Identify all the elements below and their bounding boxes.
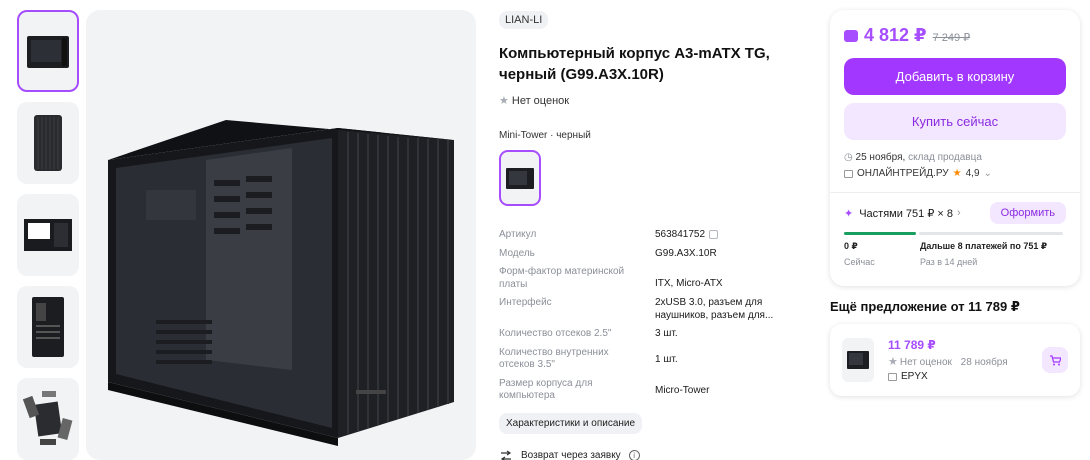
payment-schedule: 0 ₽ Сейчас Дальше 8 платежей по 751 ₽ Ра…	[844, 241, 1066, 267]
case-exploded-icon	[22, 391, 73, 445]
chevron-right-icon: ›	[957, 207, 961, 219]
offer-cart-button[interactable]	[1042, 347, 1068, 373]
spec-key: Количество внутренних отсеков 3.5"	[499, 346, 609, 371]
product-info: LIAN-LI Компьютерный корпус A3-mATX TG, …	[499, 10, 809, 460]
pay-now-label: Сейчас	[844, 257, 875, 267]
pay-now-value: 0 ₽	[844, 241, 858, 251]
old-price: 7 249 ₽	[932, 32, 971, 44]
specs-table: Артикул 563841752 Модель G99.A3X.10R Фор…	[499, 229, 809, 403]
installments-button[interactable]: Оформить	[989, 202, 1066, 224]
add-to-cart-button[interactable]: Добавить в корзину	[844, 58, 1066, 95]
article-number: 563841752	[655, 229, 706, 240]
offer-meta: ★ Нет оценок 28 ноября	[888, 355, 1042, 368]
spec-value: 563841752	[655, 229, 809, 242]
spec-key: Количество отсеков 2.5"	[499, 328, 612, 339]
another-offer-heading: Ещё предложение от 11 789 ₽	[830, 299, 1020, 314]
info-icon[interactable]: i	[628, 450, 640, 460]
offer-image	[842, 338, 874, 382]
star-icon: ★	[888, 356, 898, 368]
thumbnail-list	[17, 10, 79, 460]
return-arrows-icon	[500, 450, 512, 460]
thumbnail-5[interactable]	[17, 378, 79, 460]
case-open-icon	[24, 219, 72, 251]
spec-value: G99.A3X.10R	[655, 247, 717, 259]
current-price: 4 812 ₽	[864, 25, 927, 45]
characteristics-button[interactable]: Характеристики и описание	[499, 412, 643, 434]
pc-case-illustration	[108, 120, 454, 446]
installments-icon: ✦	[844, 207, 854, 220]
spec-key: Интерфейс	[499, 297, 552, 308]
case-front-icon	[27, 36, 69, 68]
spec-value: ITX, Micro-ATX	[655, 278, 723, 289]
star-icon: ★	[952, 168, 962, 179]
payment-progress	[844, 232, 1066, 235]
return-policy[interactable]: Возврат через заявку i	[499, 450, 809, 460]
spec-value: Micro-Tower	[655, 384, 710, 396]
spec-row: Артикул 563841752	[499, 229, 809, 242]
wallet-icon	[844, 30, 858, 42]
spec-row: Интерфейс 2xUSB 3.0, разъем для наушнико…	[499, 297, 809, 322]
offer-price: 11 789 ₽	[888, 338, 936, 352]
clock-icon: ◷	[844, 152, 853, 163]
installments-row: ✦ Частями 751 ₽ × 8 › Оформить	[844, 202, 1066, 224]
spec-key: Форм-фактор материнской платы	[499, 266, 625, 290]
progress-seg-later	[919, 232, 1063, 235]
price-row: 4 812 ₽ 7 249 ₽	[844, 25, 1066, 46]
case-rear-icon	[32, 297, 64, 357]
spec-value: 2xUSB 3.0, разъем для наушников, разъем …	[655, 297, 774, 321]
case-mini-icon	[847, 351, 869, 369]
offer-info: 11 789 ₽ ★ Нет оценок 28 ноября EPYX	[888, 338, 1042, 382]
spec-key: Артикул	[499, 229, 537, 240]
seller-link[interactable]: ОНЛАЙНТРЕЙД.РУ ★ 4,9 ⌄	[844, 168, 1066, 179]
progress-seg-now	[844, 232, 916, 235]
installments-text[interactable]: Частями 751 ₽ × 8	[859, 207, 953, 220]
offer-rating: Нет оценок	[899, 357, 952, 368]
main-product-image[interactable]	[86, 10, 476, 460]
thumbnail-4[interactable]	[17, 286, 79, 368]
offer-seller-name: EPYX	[901, 371, 928, 382]
delivery-source: склад продавца	[908, 152, 982, 163]
offer-seller: EPYX	[888, 371, 1042, 382]
seller-name: ОНЛАЙНТРЕЙД.РУ	[857, 168, 949, 179]
brand-link[interactable]: LIAN-LI	[499, 11, 549, 29]
shop-icon	[888, 372, 897, 381]
spec-row: Форм-фактор материнской платы ITX, Micro…	[499, 266, 809, 291]
copy-icon[interactable]	[709, 229, 719, 239]
spec-row: Количество отсеков 2.5" 3 шт.	[499, 328, 809, 341]
spec-key: Модель	[499, 247, 535, 259]
offer-date: 28 ноября	[960, 357, 1008, 368]
buy-card: 4 812 ₽ 7 249 ₽ Добавить в корзину Купит…	[830, 10, 1080, 286]
rating-text: Нет оценок	[511, 94, 570, 107]
spec-value: 1 шт.	[655, 353, 678, 365]
spec-key: Размер корпуса для компьютера	[499, 377, 593, 402]
star-icon: ★	[499, 95, 509, 107]
pay-later-label: Раз в 14 дней	[920, 257, 978, 267]
delivery-date: 25 ноября,	[855, 152, 906, 163]
thumbnail-1[interactable]	[17, 10, 79, 92]
thumbnail-2[interactable]	[17, 102, 79, 184]
seller-rating: 4,9	[965, 168, 980, 179]
product-title: Компьютерный корпус A3-mATX TG, черный (…	[499, 45, 770, 83]
chevron-down-icon: ⌄	[983, 168, 992, 179]
case-variant-icon	[506, 168, 534, 189]
rating[interactable]: ★ Нет оценок	[499, 94, 809, 108]
another-offer-card[interactable]: 11 789 ₽ ★ Нет оценок 28 ноября EPYX	[830, 324, 1080, 396]
pay-later-value: Дальше 8 платежей по 751 ₽	[920, 241, 1048, 251]
variant-label: Mini-Tower · черный	[499, 130, 591, 141]
divider	[830, 192, 1080, 193]
spec-row: Размер корпуса для компьютера Micro-Towe…	[499, 378, 809, 403]
case-side-icon	[34, 115, 62, 171]
spec-value: 3 шт.	[655, 328, 678, 339]
shop-icon	[844, 169, 853, 178]
thumbnail-3[interactable]	[17, 194, 79, 276]
return-text: Возврат через заявку	[521, 450, 621, 460]
variant-option[interactable]	[499, 150, 541, 206]
delivery-info: ◷ 25 ноября, склад продавца ОНЛАЙНТРЕЙД.…	[844, 152, 1066, 179]
buy-now-button[interactable]: Купить сейчас	[844, 103, 1066, 140]
spec-row: Модель G99.A3X.10R	[499, 248, 809, 261]
spec-row: Количество внутренних отсеков 3.5" 1 шт.	[499, 347, 809, 372]
cart-icon	[1050, 354, 1061, 365]
